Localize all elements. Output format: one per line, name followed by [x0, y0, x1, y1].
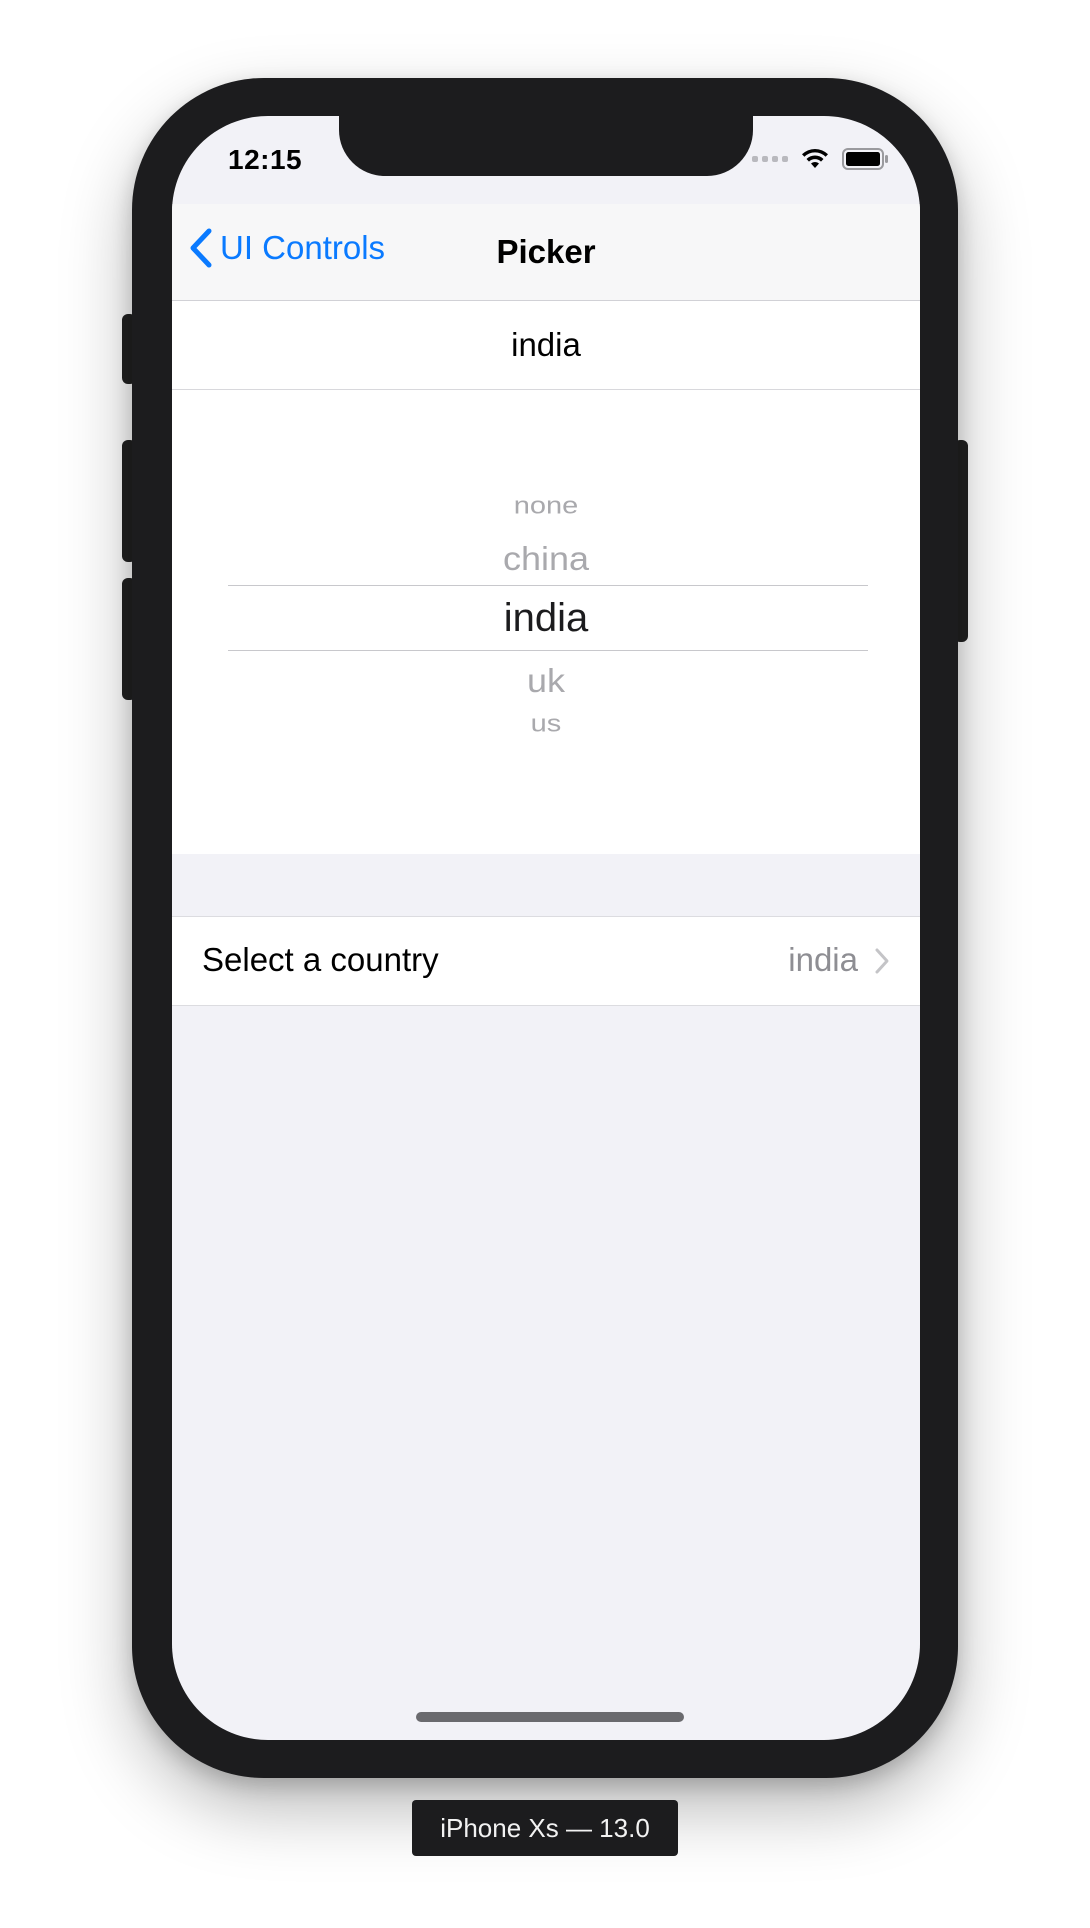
- device-label: iPhone Xs — 13.0: [412, 1800, 678, 1856]
- selected-value-label: india: [172, 301, 920, 390]
- select-country-row[interactable]: Select a country india: [172, 916, 920, 1006]
- country-picker[interactable]: none china india uk us: [172, 390, 920, 854]
- select-country-label: Select a country: [202, 941, 439, 978]
- home-indicator[interactable]: [416, 1712, 684, 1722]
- picker-option[interactable]: uk: [172, 662, 920, 701]
- chevron-right-icon: [875, 948, 889, 974]
- screen: 12:15 UI Controls Picker india none chin…: [172, 116, 920, 1740]
- signal-icon: [752, 156, 788, 162]
- wifi-icon: [802, 148, 828, 168]
- picker-option[interactable]: china: [172, 540, 920, 579]
- simulator-stage: 12:15 UI Controls Picker india none chin…: [0, 0, 1090, 1928]
- status-time: 12:15: [228, 144, 303, 175]
- notch: [339, 116, 753, 176]
- battery-icon: [842, 148, 888, 170]
- phone-frame: 12:15 UI Controls Picker india none chin…: [132, 78, 958, 1778]
- select-country-value: india: [788, 941, 858, 978]
- picker-option[interactable]: none: [172, 493, 920, 520]
- picker-selection-divider: [228, 585, 868, 586]
- picker-option-selected[interactable]: india: [172, 596, 920, 641]
- picker-option[interactable]: us: [172, 711, 920, 738]
- status-icons: [752, 148, 890, 170]
- picker-selection-divider: [228, 650, 868, 651]
- navigation-bar: UI Controls Picker: [172, 204, 920, 301]
- page-title: Picker: [496, 233, 596, 270]
